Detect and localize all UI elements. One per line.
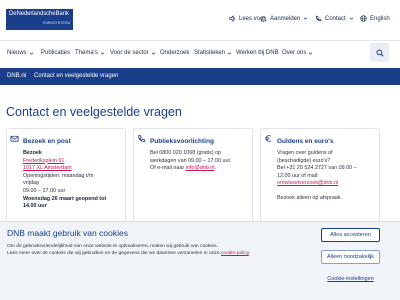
card-text: .: [214, 165, 217, 172]
card-text: Bezoek alleen op afspraak.: [277, 194, 343, 201]
chevron-down-icon: [227, 52, 232, 55]
chevron-down-icon: [309, 52, 313, 55]
nav-item-statistieken[interactable]: Statistieken: [194, 50, 232, 56]
page-title: Contact en veelgestelde vragen: [6, 105, 182, 119]
bell-icon: [260, 16, 267, 22]
card-title: Guldens en euro's: [277, 138, 334, 145]
language-switch[interactable]: English: [360, 15, 390, 22]
phone-icon: [138, 134, 146, 142]
nav-item-over-ons[interactable]: Over ons: [282, 50, 313, 56]
card-text: Of e-mail naar: [150, 165, 186, 172]
breadcrumb-current: Contact en veelgestelde vragen: [34, 73, 119, 79]
breadcrumb-separator: ›: [24, 73, 26, 79]
chevron-down-icon: [100, 52, 105, 55]
cookie-text-line: Lees meer over de cookies die wij gebrui…: [7, 251, 297, 258]
search-icon: [375, 48, 384, 57]
chevron-down-icon: [304, 17, 308, 20]
logo-text: DeNederlandscheBank: [9, 11, 69, 17]
notice-text: Woensdag 26 maart geopend tot: [23, 195, 107, 202]
top-bar: DeNederlandscheBank EUROSYSTEEM Lees voo…: [0, 0, 400, 35]
nav-item-werken-bij-dnb[interactable]: Werken bij DNB: [236, 50, 279, 56]
opening-hours: vrijdag: [23, 180, 39, 187]
nav-label: Nieuws: [7, 50, 27, 56]
euro-icon: [265, 135, 272, 142]
nav-label: Werken bij DNB: [236, 50, 279, 56]
card-title: Bezoek en post: [23, 138, 71, 145]
card-text: (beschadigde) euro's?: [277, 157, 331, 164]
nav-label: Statistieken: [194, 50, 226, 56]
nav-label: Over ons: [282, 50, 307, 56]
opening-hours: Openingstijden: maandag t/m: [23, 172, 94, 179]
nav-item-voor-de-sector[interactable]: Voor de sector: [110, 50, 156, 56]
cookie-text-line: Om de gebruiksvriendelijkheid van onze w…: [7, 244, 218, 249]
card-subheading: Bezoek: [23, 150, 42, 156]
email-link[interactable]: omwisselverzoek@dnb.nl: [277, 180, 377, 188]
cookie-policy-link[interactable]: cookie-policy: [221, 251, 249, 256]
dnb-logo[interactable]: DeNederlandscheBank EUROSYSTEEM: [6, 9, 73, 30]
nav-item-publicaties[interactable]: Publicaties: [41, 50, 70, 56]
email-link[interactable]: info@dnb.nl: [186, 165, 215, 171]
accept-all-button[interactable]: Alles accepteren: [321, 228, 380, 242]
card-text: Vragen over guldens of: [277, 150, 333, 156]
cookie-title: DNB maakt gebruik van cookies: [7, 228, 128, 238]
card-text: Bel +31 20 524 2727 van 09.00 –: [277, 165, 357, 172]
phone-icon: [316, 15, 322, 22]
nav-item-nieuws[interactable]: Nieuws: [7, 50, 34, 56]
address-link[interactable]: Frederiksplein 61: [23, 158, 123, 166]
breadcrumb: DNB.nl › Contact en veelgestelde vragen: [0, 68, 400, 85]
opening-hours: 09.00 – 17.00 uur: [23, 187, 66, 194]
chevron-down-icon: [151, 52, 155, 55]
aanmelden-button[interactable]: Aanmelden: [260, 15, 308, 22]
cookie-text-line: .: [248, 250, 251, 256]
nav-item-themas[interactable]: Thema's: [75, 50, 105, 56]
address-link[interactable]: 1017 XL Amsterdam: [23, 165, 123, 173]
nav-item-onderzoek[interactable]: Onderzoek: [160, 50, 189, 56]
logo-subtext: EUROSYSTEEM: [43, 21, 70, 25]
mailbox-icon: [10, 135, 19, 142]
cookie-settings-link[interactable]: Cookie-instellingen: [321, 272, 380, 286]
nav-label: Thema's: [75, 50, 98, 56]
card-title: Publieksvoorlichting: [150, 138, 214, 145]
notice-text: 14.00 uur: [23, 203, 47, 210]
cookie-text-line: Lees meer over de cookies die wij gebrui…: [7, 250, 221, 256]
search-button[interactable]: [370, 43, 389, 62]
main-nav: Nieuws Publicaties Thema's Voor de secto…: [0, 40, 400, 64]
card-text: Of e-mail naar info@dnb.nl.: [150, 165, 250, 173]
card-text: werkdagen van 09.00 – 17.00 uur.: [150, 157, 232, 164]
english-label: English: [370, 15, 390, 22]
globe-icon: [360, 15, 367, 22]
aanmelden-label: Aanmelden: [270, 15, 301, 22]
speaker-icon: [229, 15, 236, 22]
nav-label: Voor de sector: [110, 50, 149, 56]
contact-label: Contact: [325, 15, 346, 22]
card-text: Bel 0800 020 1068 (gratis) op: [150, 150, 222, 156]
nav-label: Onderzoek: [160, 50, 190, 56]
chevron-down-icon: [349, 17, 353, 20]
contact-button[interactable]: Contact: [315, 15, 354, 22]
nav-label: Publicaties: [41, 50, 71, 56]
necessary-only-button[interactable]: Alleen noodzakelijk: [321, 250, 380, 264]
cookie-text: Om de gebruiksvriendelijkheid van onze w…: [7, 244, 297, 258]
chevron-down-icon: [29, 52, 33, 55]
card-text: 12.00 uur of mail:: [277, 172, 319, 179]
